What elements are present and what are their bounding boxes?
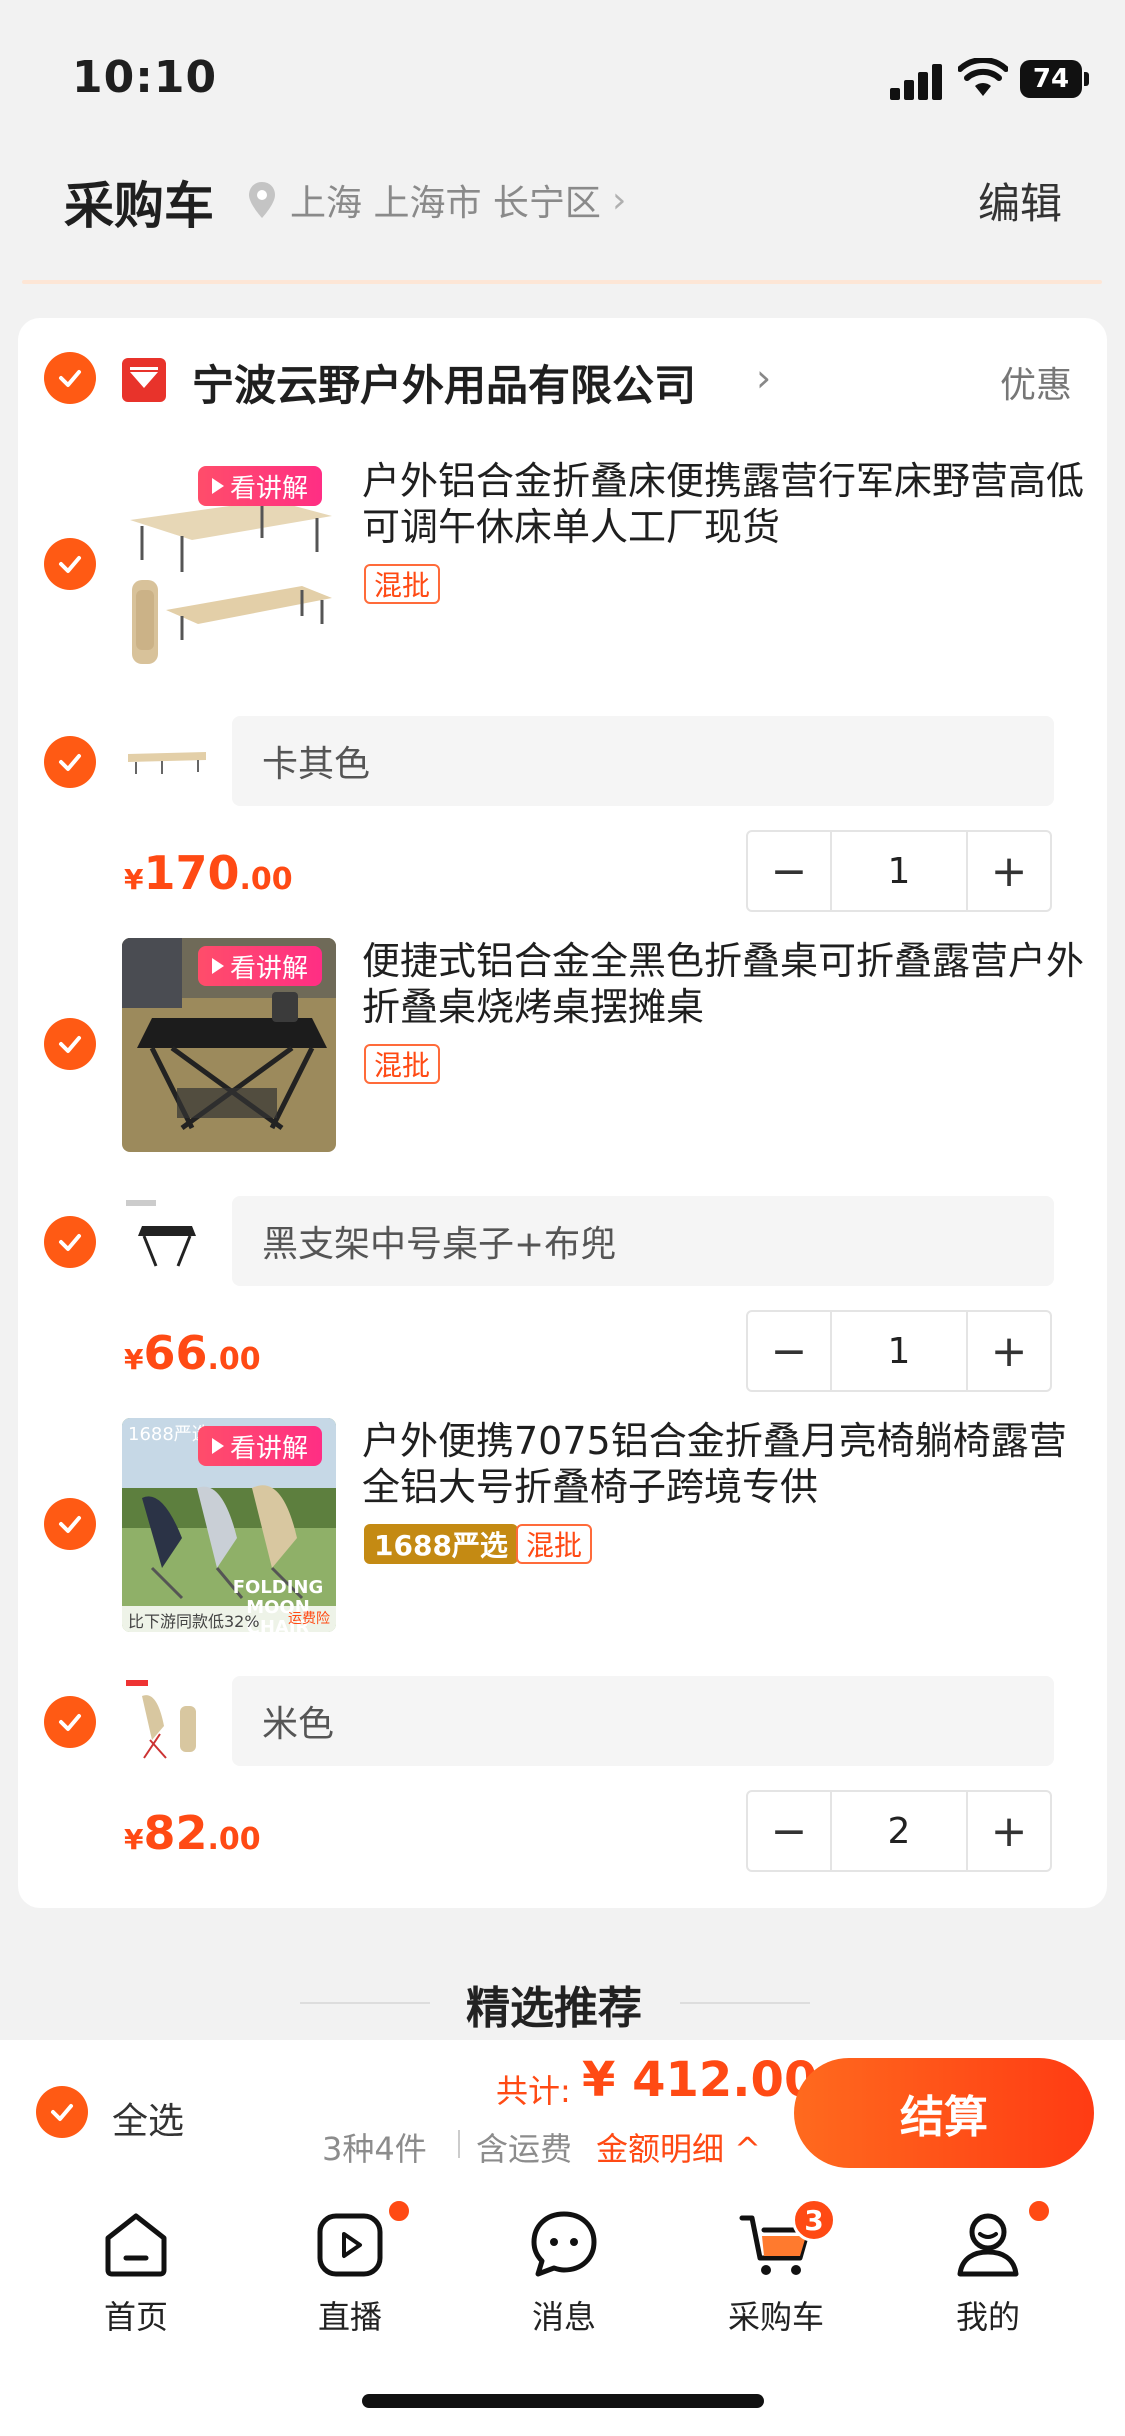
mixed-batch-tag: 混批 bbox=[516, 1524, 593, 1564]
sku-checkbox[interactable] bbox=[44, 1216, 96, 1268]
image-footer-text: 比下游同款低32% bbox=[128, 1612, 260, 1631]
quantity-value[interactable]: 2 bbox=[830, 1792, 968, 1870]
mixed-batch-tag: 混批 bbox=[364, 1044, 441, 1084]
quantity-stepper[interactable]: − 1 + bbox=[746, 830, 1052, 912]
wifi-icon bbox=[957, 57, 1009, 98]
play-icon bbox=[212, 478, 224, 494]
edit-button[interactable]: 编辑 bbox=[978, 170, 1062, 231]
item-checkbox[interactable] bbox=[44, 1018, 96, 1070]
recommend-title: 精选推荐 bbox=[466, 1983, 642, 2034]
chevron-right-icon[interactable]: › bbox=[612, 180, 626, 221]
quantity-stepper[interactable]: − 1 + bbox=[746, 1310, 1052, 1392]
item-checkbox[interactable] bbox=[44, 538, 96, 590]
play-icon bbox=[212, 1438, 224, 1454]
product-title[interactable]: 便捷式铝合金全黑色折叠桌可折叠露营户外折叠桌烧烤桌摆摊桌 bbox=[362, 938, 1092, 1030]
header-divider bbox=[22, 280, 1102, 284]
increment-button[interactable]: + bbox=[968, 1312, 1050, 1390]
play-icon bbox=[212, 958, 224, 974]
total-amount: ¥ 412.00 bbox=[582, 2052, 818, 2108]
profile-icon bbox=[957, 2213, 1019, 2277]
decrement-button[interactable]: − bbox=[748, 1792, 830, 1870]
location-text[interactable]: 上海 上海市 长宁区 bbox=[290, 174, 601, 226]
video-explain-tag[interactable]: 看讲解 bbox=[198, 466, 323, 506]
decrement-button[interactable]: − bbox=[748, 832, 830, 910]
status-time: 10:10 bbox=[72, 52, 218, 103]
page-title: 采购车 bbox=[64, 177, 214, 235]
shop-checkbox[interactable] bbox=[44, 352, 96, 404]
divider-line bbox=[680, 2002, 810, 2004]
message-icon bbox=[531, 2211, 597, 2277]
item-price: ¥66.00 bbox=[124, 1326, 261, 1380]
tab-live[interactable]: 直播 bbox=[280, 2206, 420, 2338]
mixed-batch-tag: 混批 bbox=[364, 564, 441, 604]
yanxuan-badge: 1688严选 bbox=[364, 1524, 518, 1564]
shipping-note: 含运费 bbox=[476, 2130, 573, 2168]
item-price: ¥170.00 bbox=[124, 846, 293, 900]
home-indicator bbox=[362, 2394, 764, 2408]
battery-tip bbox=[1084, 72, 1089, 86]
sku-selector[interactable]: 米色 bbox=[232, 1676, 1054, 1766]
increment-button[interactable]: + bbox=[968, 832, 1050, 910]
shop-name[interactable]: 宁波云野户外用品有限公司 bbox=[192, 352, 696, 413]
battery-icon: 74 bbox=[1020, 60, 1082, 98]
decrement-button[interactable]: − bbox=[748, 1312, 830, 1390]
select-all-checkbox[interactable] bbox=[36, 2086, 88, 2138]
sku-thumbnail bbox=[122, 716, 212, 806]
cellular-signal-icon bbox=[890, 62, 944, 100]
item-price: ¥82.00 bbox=[124, 1806, 261, 1860]
tab-home[interactable]: 首页 bbox=[66, 2206, 206, 2338]
image-footer-right: 运费险 bbox=[288, 1611, 330, 1627]
quantity-stepper[interactable]: − 2 + bbox=[746, 1790, 1052, 1872]
chevron-right-icon[interactable]: › bbox=[756, 356, 771, 400]
sku-checkbox[interactable] bbox=[44, 1696, 96, 1748]
divider-line bbox=[300, 2002, 430, 2004]
tab-messages[interactable]: 消息 bbox=[494, 2206, 634, 2338]
item-checkbox[interactable] bbox=[44, 1498, 96, 1550]
notification-dot bbox=[386, 2198, 412, 2224]
cart-count-badge: 3 bbox=[792, 2198, 836, 2242]
product-title[interactable]: 户外便携7075铝合金折叠月亮椅躺椅露营全铝大号折叠椅子跨境专供 bbox=[362, 1418, 1092, 1510]
product-title[interactable]: 户外铝合金折叠床便携露营行军床野营高低可调午休床单人工厂现货 bbox=[362, 458, 1092, 550]
item-count-summary: 3种4件 bbox=[322, 2130, 427, 2168]
increment-button[interactable]: + bbox=[968, 1792, 1050, 1870]
sku-checkbox[interactable] bbox=[44, 736, 96, 788]
sku-thumbnail bbox=[122, 1676, 212, 1766]
total-label: 共计: bbox=[496, 2072, 571, 2110]
promo-button[interactable]: 优惠 bbox=[1000, 356, 1072, 408]
tab-profile[interactable]: 我的 bbox=[918, 2206, 1058, 2338]
amount-detail-button[interactable]: 金额明细 ^ bbox=[596, 2124, 761, 2170]
sku-selector[interactable]: 黑支架中号桌子+布兜 bbox=[232, 1196, 1054, 1286]
location-pin-icon[interactable] bbox=[246, 180, 278, 220]
video-explain-tag[interactable]: 看讲解 bbox=[198, 946, 323, 986]
notification-dot bbox=[1026, 2198, 1052, 2224]
home-icon bbox=[105, 2213, 167, 2277]
divider bbox=[458, 2130, 460, 2158]
quantity-value[interactable]: 1 bbox=[830, 1312, 968, 1390]
select-all-label[interactable]: 全选 bbox=[112, 2092, 184, 2144]
video-explain-tag[interactable]: 看讲解 bbox=[198, 1426, 323, 1466]
sku-selector[interactable]: 卡其色 bbox=[232, 716, 1054, 806]
checkout-button[interactable]: 结算 bbox=[794, 2058, 1094, 2168]
shop-logo-icon bbox=[122, 358, 166, 402]
quantity-value[interactable]: 1 bbox=[830, 832, 968, 910]
sku-thumbnail bbox=[122, 1196, 212, 1286]
live-icon bbox=[317, 2213, 383, 2277]
